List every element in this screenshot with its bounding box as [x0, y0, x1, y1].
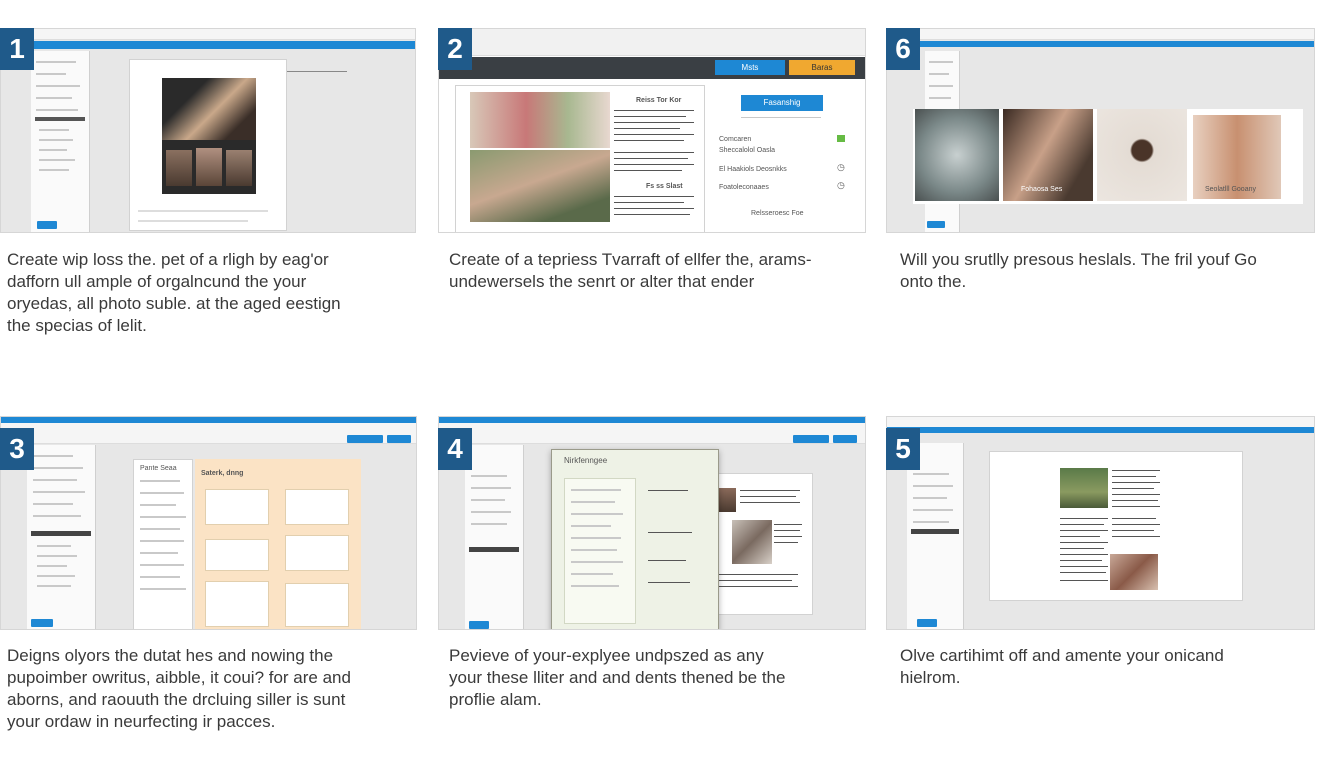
article-heading-1: Reiss Tor Kor [636, 97, 682, 104]
step-2-caption: Create of a tepriess Tvarraft of ellfer … [449, 250, 812, 291]
step-6-caption: Will you srutlly presous heslals. The fr… [900, 250, 1257, 291]
tutorial-steps-page: { "steps": [ { "number": "1", "caption":… [0, 0, 1344, 768]
step-5-screenshot [886, 416, 1315, 630]
step-3-caption: Deigns olyors the dutat hes and nowing t… [7, 646, 351, 731]
step-number-badge: 5 [886, 428, 920, 470]
setting-row-2: Sheccalolol Oasla [719, 147, 776, 154]
step-4: Nirkfenngee 4 Pevieve of your-explyee un… [438, 416, 868, 746]
settings-dialog: Nirkfenngee [551, 449, 719, 629]
step-4-screenshot: Nirkfenngee [438, 416, 866, 630]
left-sidebar [907, 443, 964, 629]
main-photo [162, 78, 256, 140]
step-number-badge: 2 [438, 28, 472, 70]
step-number-badge: 3 [0, 428, 34, 470]
board-card[interactable] [205, 539, 269, 571]
top-toolbar: Msts Baras [439, 57, 865, 79]
step-5: 5 Olve cartihimt off and amente your oni… [886, 416, 1316, 746]
list-title: Pante Seaa [140, 465, 177, 472]
step-4-caption: Pevieve of your-explyee undpszed as any … [449, 646, 786, 709]
photo-caption-1: Fohaosa Ses [1021, 186, 1063, 193]
board-card[interactable] [285, 535, 349, 571]
left-sidebar [465, 445, 524, 629]
step-1-caption: Create wip loss the. pet of a rligh by e… [7, 250, 341, 335]
setting-row-4[interactable]: Foatoleconaaes [719, 183, 769, 192]
step-3-screenshot: Pante Seaa Saterk, dnng [0, 416, 417, 630]
right-settings-panel: Fasanshig Comcaren Sheccalolol Oasla El … [717, 85, 857, 232]
photo-strip: Fohaosa Ses Seolatlll Gooany [913, 109, 1303, 204]
board-title: Saterk, dnng [201, 470, 244, 477]
board-card[interactable] [205, 489, 269, 525]
group-photo [1110, 554, 1158, 590]
orange-toolbar-button[interactable]: Baras [789, 60, 855, 75]
final-layout-page [989, 451, 1243, 601]
article-page: Reiss Tor Kor Fs ss Slast [455, 85, 705, 232]
step-1-screenshot [0, 28, 416, 233]
step-5-caption: Olve cartihimt off and amente your onica… [900, 646, 1224, 687]
blue-toolbar-button[interactable]: Msts [715, 60, 785, 75]
setting-row-1: Comcaren [719, 136, 752, 143]
step-3: Pante Seaa Saterk, dnng 3 Deigns olyors … [0, 416, 418, 746]
panel-footer[interactable]: Relsseroesc Foe [751, 209, 804, 218]
dialog-title: Nirkfenngee [564, 456, 608, 465]
clock-icon: ◷ [837, 181, 845, 191]
step-2: Msts Baras Reiss Tor Kor Fs ss Slast Fas… [438, 28, 868, 358]
board-card[interactable] [285, 583, 349, 627]
step-1: 1 Create wip loss the. pet of a rligh by… [0, 28, 416, 358]
article-heading-2: Fs ss Slast [646, 183, 683, 190]
tree-photo [1060, 468, 1108, 508]
dialog-list-column [564, 478, 636, 624]
left-sidebar [31, 51, 90, 232]
photo-caption-2: Seolatlll Gooany [1205, 186, 1256, 193]
step-6: Fohaosa Ses Seolatlll Gooany 6 Will you … [886, 28, 1316, 358]
setting-row-3[interactable]: El Haakiols Deosnkks [719, 165, 787, 174]
document-page [129, 59, 287, 231]
board-card[interactable] [205, 581, 269, 627]
time-icon: ◷ [837, 163, 845, 173]
preview-page [709, 473, 813, 615]
succulent-photo [915, 109, 999, 201]
list-panel: Pante Seaa [133, 459, 193, 629]
flowers-photo [470, 92, 610, 148]
board-card[interactable] [285, 489, 349, 525]
step-number-badge: 1 [0, 28, 34, 70]
step-number-badge: 6 [886, 28, 920, 70]
couple-photo [470, 150, 610, 222]
step-number-badge: 4 [438, 428, 472, 470]
green-status-dot [837, 135, 845, 142]
step-6-screenshot: Fohaosa Ses Seolatlll Gooany [886, 28, 1315, 233]
step-2-screenshot: Msts Baras Reiss Tor Kor Fs ss Slast Fas… [438, 28, 866, 233]
fasanshig-button[interactable]: Fasanshig [741, 95, 823, 111]
planning-board: Saterk, dnng [195, 459, 361, 629]
left-sidebar [27, 445, 96, 629]
object-photo [1097, 109, 1187, 201]
